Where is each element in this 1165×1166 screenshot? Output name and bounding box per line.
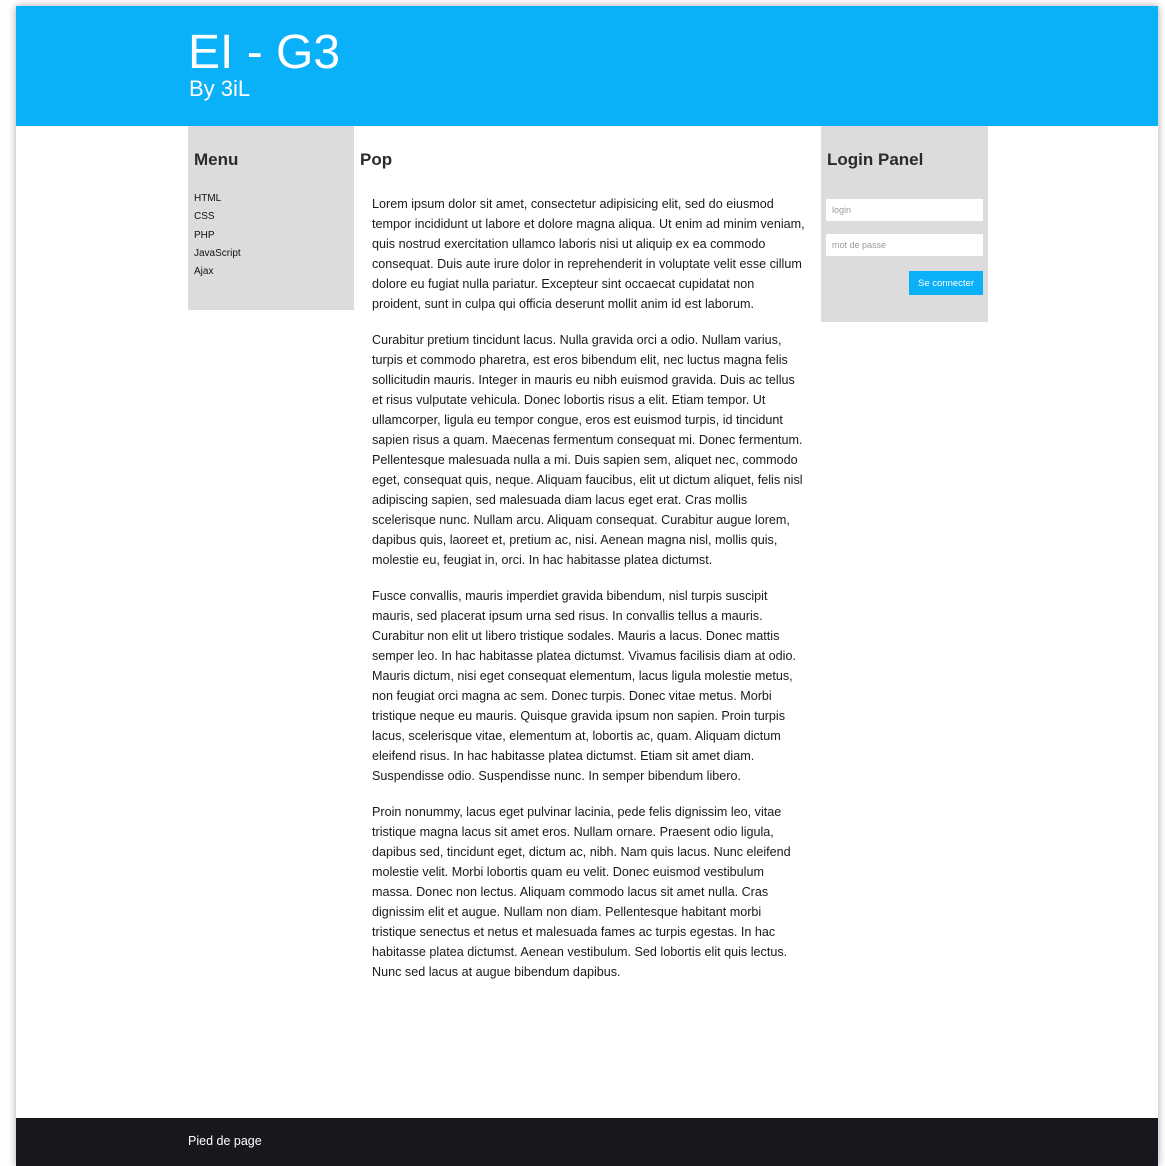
content-body: Lorem ipsum dolor sit amet, consectetur … — [372, 194, 806, 998]
site-subtitle: By 3iL — [189, 76, 251, 101]
content-paragraph: Proin nonummy, lacus eget pulvinar lacin… — [372, 805, 791, 979]
menu-item-html[interactable]: HTML — [194, 190, 241, 208]
menu-item-javascript[interactable]: JavaScript — [194, 245, 241, 263]
login-submit-button[interactable]: Se connecter — [909, 271, 983, 295]
menu-sidebar: Menu HTML CSS PHP JavaScript Ajax — [188, 126, 354, 310]
login-input[interactable] — [826, 199, 983, 221]
site-header: EI - G3 By 3iL — [16, 6, 1158, 126]
menu-list: HTML CSS PHP JavaScript Ajax — [194, 190, 241, 281]
password-input[interactable] — [826, 234, 983, 256]
footer-text: Pied de page — [188, 1134, 262, 1148]
menu-item-css[interactable]: CSS — [194, 208, 241, 226]
content-paragraph: Fusce convallis, mauris imperdiet gravid… — [372, 589, 796, 783]
site-footer: Pied de page — [16, 1118, 1158, 1166]
menu-item-label[interactable]: JavaScript — [194, 248, 241, 259]
menu-item-label[interactable]: PHP — [194, 230, 215, 241]
login-panel: Login Panel Se connecter — [821, 126, 988, 322]
content-paragraph: Curabitur pretium tincidunt lacus. Nulla… — [372, 333, 803, 567]
content-title: Pop — [360, 150, 393, 169]
menu-item-label[interactable]: HTML — [194, 193, 221, 204]
menu-item-php[interactable]: PHP — [194, 227, 241, 245]
login-heading: Login Panel — [827, 150, 924, 169]
menu-item-label[interactable]: Ajax — [194, 266, 213, 277]
menu-item-ajax[interactable]: Ajax — [194, 263, 241, 281]
content-paragraph: Lorem ipsum dolor sit amet, consectetur … — [372, 197, 805, 311]
site-title: EI - G3 — [188, 26, 341, 79]
menu-heading: Menu — [194, 150, 239, 169]
menu-item-label[interactable]: CSS — [194, 211, 215, 222]
page-frame: EI - G3 By 3iL Menu HTML CSS PHP JavaScr… — [16, 6, 1158, 1166]
